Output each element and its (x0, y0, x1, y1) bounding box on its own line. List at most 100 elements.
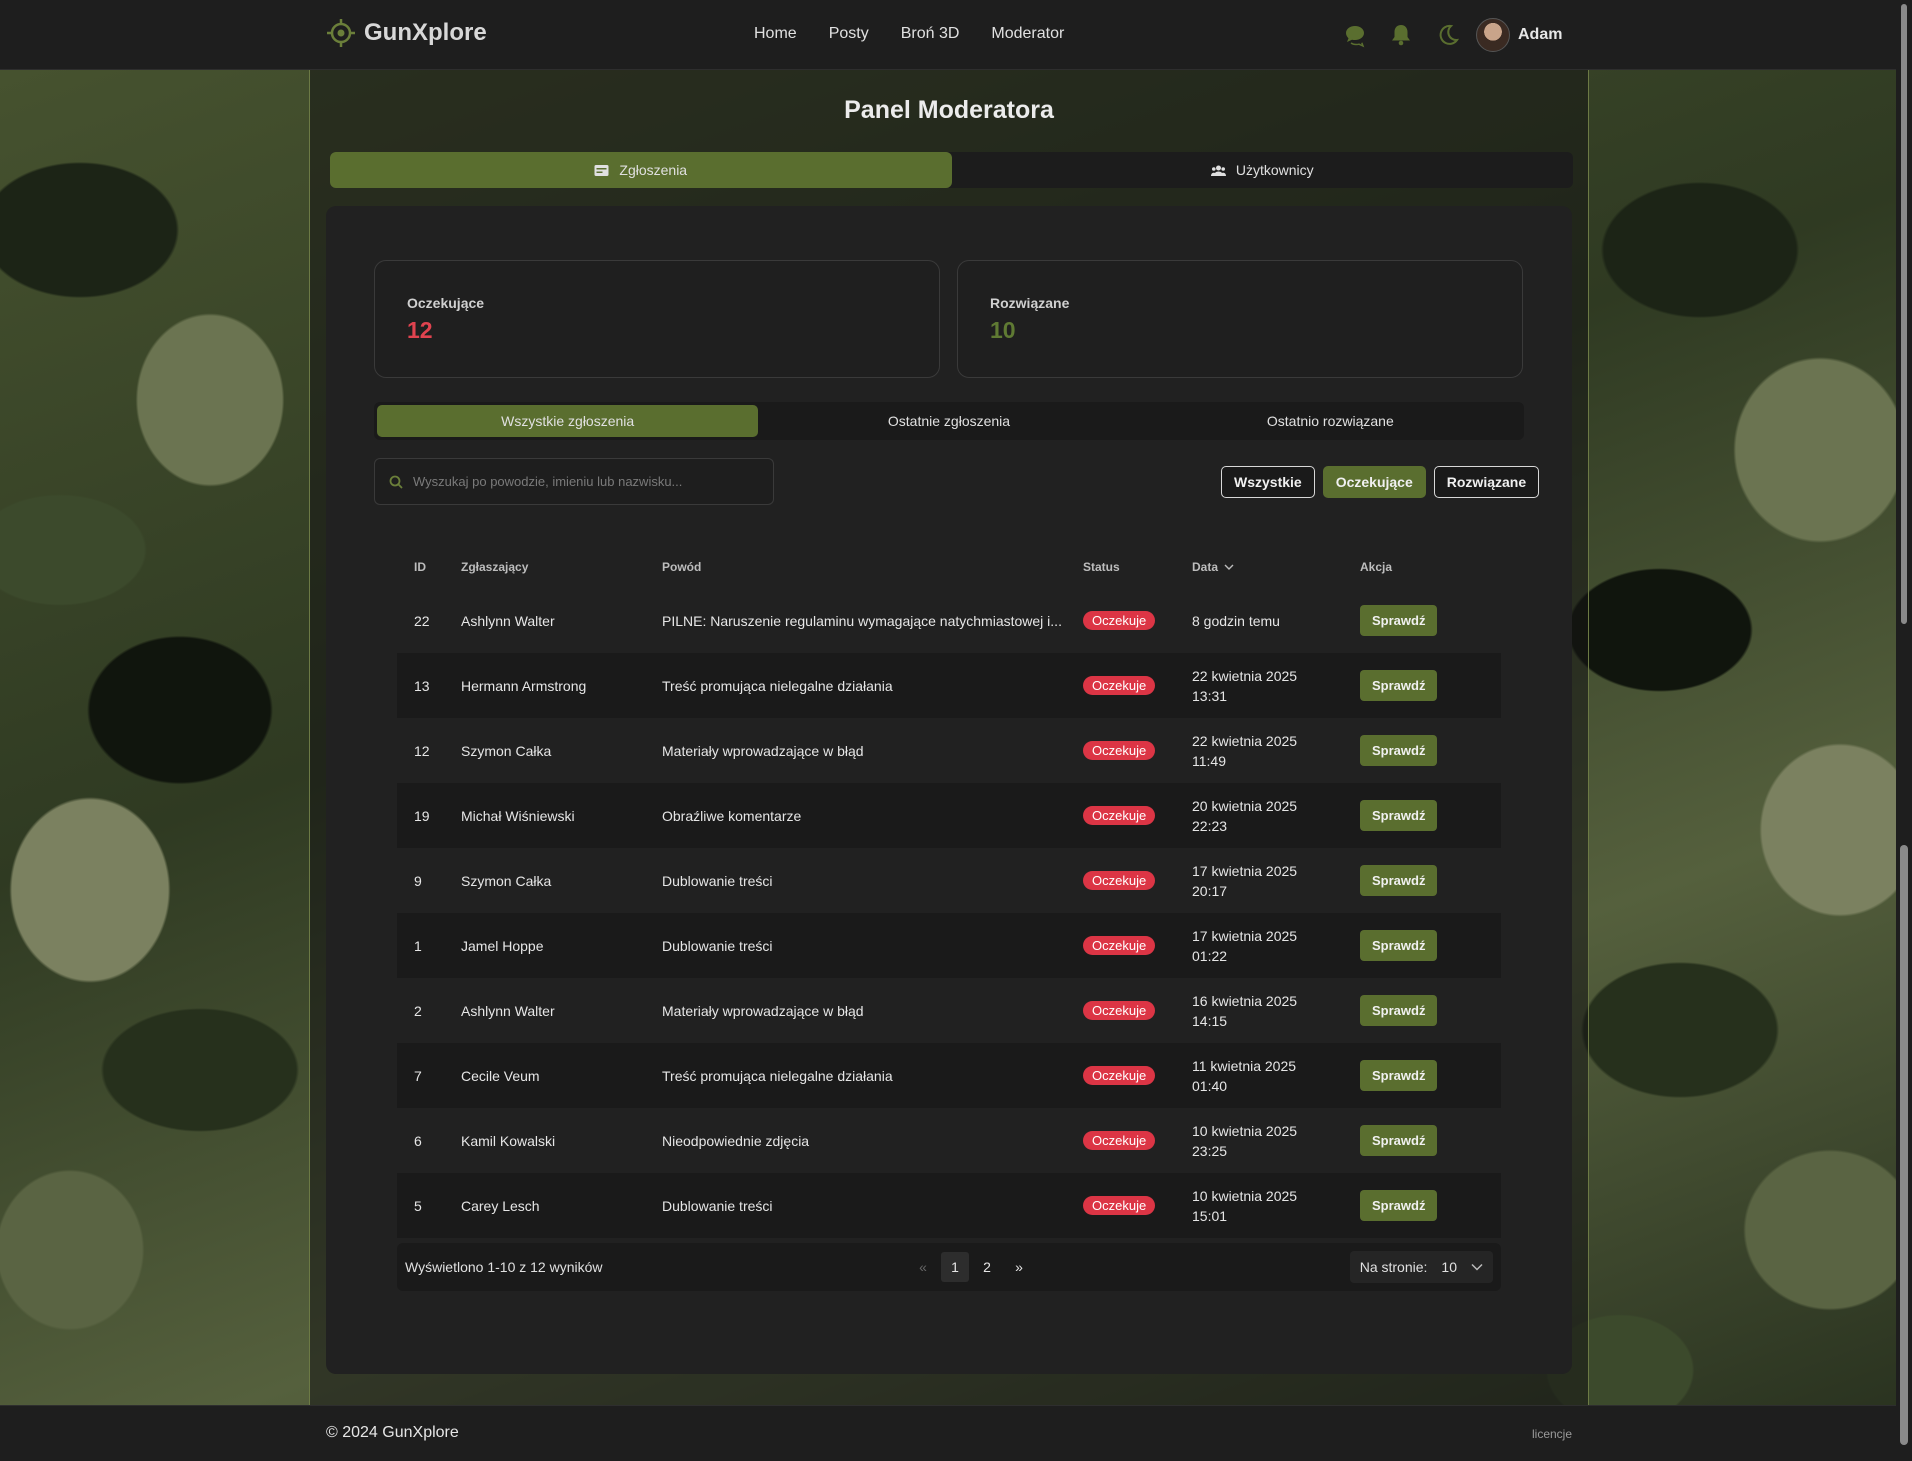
nav-link-3d-weapons[interactable]: Broń 3D (901, 25, 960, 43)
per-page-select[interactable]: Na stronie: 10 (1349, 1251, 1493, 1283)
report-subtabs: Wszystkie zgłoszenia Ostatnie zgłoszenia… (374, 402, 1524, 440)
table-body: 22 Ashlynn Walter PILNE: Naruszenie regula… (397, 588, 1501, 1238)
check-report-button[interactable]: Sprawdź (1360, 865, 1438, 896)
cell-id: 2 (414, 1002, 422, 1019)
main-nav: Home Posty Broń 3D Moderator (754, 25, 1064, 43)
avatar (1476, 18, 1510, 52)
cell-status: Oczekuje (1066, 1001, 1175, 1020)
stat-card-resolved: Rozwiązane 10 (957, 260, 1523, 378)
cell-reporter: Ashlynn Walter (461, 612, 555, 629)
check-report-button[interactable]: Sprawdź (1360, 605, 1438, 636)
table-row: 19 Michał Wiśniewski Obraźliwe komentarze O… (397, 783, 1501, 848)
pagination-next-button[interactable]: » (1005, 1252, 1033, 1282)
tab-reports-label: Zgłoszenia (619, 162, 688, 178)
cell-date: 17 kwietnia 2025 01:22 (1175, 926, 1343, 966)
footer-copyright: © 2024 GunXplore (326, 1424, 459, 1441)
nav-link-moderator[interactable]: Moderator (991, 25, 1064, 43)
check-report-button[interactable]: Sprawdź (1360, 800, 1438, 831)
bell-icon[interactable] (1388, 22, 1414, 48)
time-line: 14:15 (1192, 1012, 1228, 1029)
stat-resolved-label: Rozwiązane (990, 295, 1070, 311)
cell-reporter: Szymon Całka (461, 742, 552, 759)
status-badge: Oczekuje (1083, 806, 1156, 825)
check-report-button[interactable]: Sprawdź (1360, 1190, 1438, 1221)
tab-users[interactable]: Użytkownicy (952, 152, 1574, 188)
filter-pending-button[interactable]: Oczekujące (1322, 466, 1426, 498)
check-report-button[interactable]: Sprawdź (1360, 995, 1438, 1026)
check-report-button[interactable]: Sprawdź (1360, 670, 1438, 701)
pagination-page-1[interactable]: 1 (941, 1252, 969, 1282)
status-badge: Oczekuje (1083, 871, 1156, 890)
cell-reporter: Szymon Całka (461, 872, 552, 889)
date-line: 17 kwietnia 2025 (1192, 927, 1298, 944)
cell-action: Sprawdź (1343, 670, 1483, 701)
status-filters: Wszystkie Oczekujące Rozwiązane (1221, 466, 1540, 498)
scrollbar-thumb-upper[interactable] (1901, 4, 1907, 624)
cell-status: Oczekuje (1066, 806, 1175, 825)
check-report-button[interactable]: Sprawdź (1360, 1060, 1438, 1091)
cell-reporter: Jamel Hoppe (461, 937, 544, 954)
cell-reporter: Cecile Veum (461, 1067, 540, 1084)
pagination-prev-button[interactable]: « (909, 1252, 937, 1282)
cell-reason: Treść promująca nielegalne działania (662, 677, 893, 694)
check-report-button[interactable]: Sprawdź (1360, 1125, 1438, 1156)
date-line: 8 godzin temu (1192, 612, 1280, 629)
status-badge: Oczekuje (1083, 1131, 1156, 1150)
cell-id: 13 (414, 677, 430, 694)
cell-date: 17 kwietnia 2025 20:17 (1175, 861, 1343, 901)
check-report-button[interactable]: Sprawdź (1360, 735, 1438, 766)
sort-chevron-down-icon[interactable] (1224, 563, 1234, 571)
filter-resolved-button[interactable]: Rozwiązane (1433, 466, 1540, 498)
page-scrollbar[interactable] (1896, 0, 1912, 1461)
nav-link-home[interactable]: Home (754, 25, 797, 43)
cell-status: Oczekuje (1066, 1066, 1175, 1085)
cell-reason: PILNE: Naruszenie regulaminu wymagające … (662, 612, 1062, 629)
per-page-value: 10 (1441, 1259, 1457, 1275)
cell-status: Oczekuje (1066, 936, 1175, 955)
search-box (374, 458, 774, 505)
footer-license-link[interactable]: licencje (1532, 1427, 1572, 1441)
cell-action: Sprawdź (1343, 930, 1483, 961)
table-row: 22 Ashlynn Walter PILNE: Naruszenie regula… (397, 588, 1501, 653)
cell-date: 8 godzin temu (1175, 611, 1343, 631)
column-header-status: Status (1083, 560, 1120, 574)
date-line: 17 kwietnia 2025 (1192, 862, 1298, 879)
cell-date: 20 kwietnia 2025 22:23 (1175, 796, 1343, 836)
subtab-all-reports[interactable]: Wszystkie zgłoszenia (377, 405, 759, 437)
time-line: 01:40 (1192, 1077, 1228, 1094)
time-line: 13:31 (1192, 687, 1228, 704)
per-page-label: Na stronie: (1359, 1259, 1428, 1275)
check-report-button[interactable]: Sprawdź (1360, 930, 1438, 961)
users-icon (1210, 165, 1226, 176)
filter-all-button[interactable]: Wszystkie (1221, 466, 1315, 498)
subtab-recently-resolved[interactable]: Ostatnio rozwiązane (1140, 405, 1521, 437)
cell-reason: Dublowanie treści (662, 872, 773, 889)
status-badge: Oczekuje (1083, 676, 1156, 695)
chat-icon[interactable] (1342, 22, 1368, 48)
column-header-date[interactable]: Data (1175, 557, 1343, 577)
pagination-page-2[interactable]: 2 (973, 1252, 1001, 1282)
user-menu[interactable]: Adam (1476, 18, 1562, 52)
date-line: 11 kwietnia 2025 (1192, 1057, 1297, 1074)
time-line: 11:49 (1192, 752, 1226, 769)
search-input[interactable] (413, 474, 743, 489)
table-row: 9 Szymon Całka Dublowanie treści Oczekuje 17… (397, 848, 1501, 913)
status-badge: Oczekuje (1083, 611, 1156, 630)
id-card-icon (594, 164, 609, 176)
subtab-recent-reports[interactable]: Ostatnie zgłoszenia (758, 405, 1139, 437)
cell-id: 19 (414, 807, 430, 824)
tab-users-label: Użytkownicy (1235, 162, 1314, 178)
moon-icon[interactable] (1434, 22, 1460, 48)
brand[interactable]: GunXplore (326, 18, 487, 48)
footer: © 2024 GunXplore licencje (0, 1405, 1912, 1461)
cell-date: 16 kwietnia 2025 14:15 (1175, 991, 1343, 1031)
column-header-reason: Powód (662, 560, 702, 574)
cell-id: 6 (414, 1132, 422, 1149)
time-line: 15:01 (1192, 1207, 1228, 1224)
cell-id: 1 (414, 937, 422, 954)
scrollbar-thumb[interactable] (1900, 845, 1908, 1445)
nav-link-posts[interactable]: Posty (829, 25, 869, 43)
tab-reports[interactable]: Zgłoszenia (330, 152, 952, 188)
brand-name: GunXplore (364, 19, 487, 46)
chevron-down-icon (1471, 1263, 1483, 1271)
